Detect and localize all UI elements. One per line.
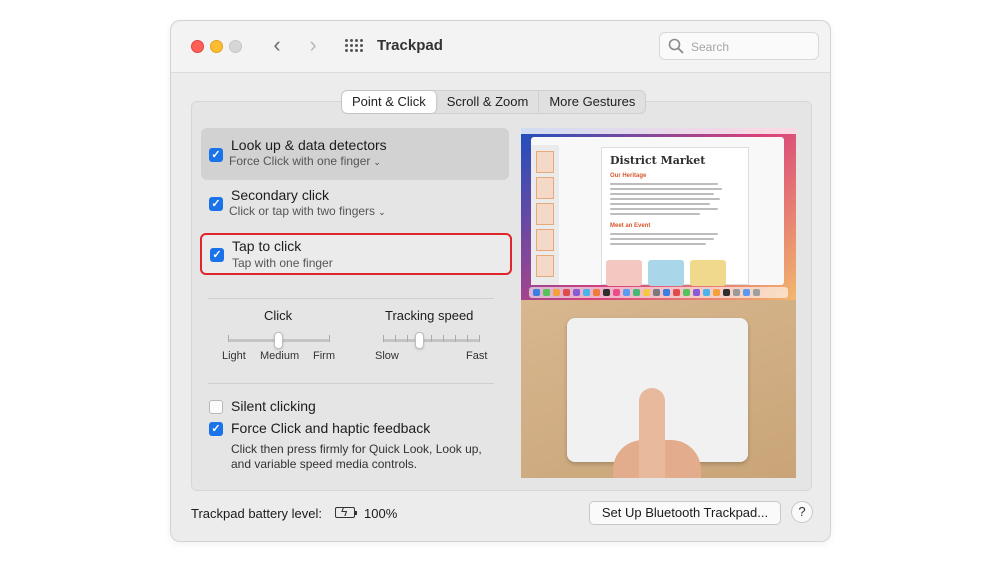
- window-title: Trackpad: [377, 37, 443, 54]
- help-button[interactable]: ?: [791, 501, 813, 523]
- preview-document-title: District Market: [610, 154, 706, 167]
- tab-bar: Point & Click Scroll & Zoom More Gesture…: [341, 90, 647, 114]
- preview-section-heading: Meet an Event: [610, 223, 651, 229]
- divider: [208, 298, 494, 299]
- battery-label: Trackpad battery level:: [191, 506, 323, 521]
- finger-image: [639, 388, 665, 478]
- chevron-down-icon: ⌄: [373, 157, 381, 167]
- slider-tick: [467, 335, 468, 342]
- silent-clicking-label: Silent clicking: [231, 398, 316, 414]
- minimize-window-button[interactable]: [210, 40, 223, 53]
- page-thumbnail: [536, 255, 554, 277]
- preview-menubar: [521, 128, 796, 134]
- tab-scroll-zoom[interactable]: Scroll & Zoom: [437, 91, 540, 113]
- text-line: [610, 213, 700, 215]
- search-icon: [668, 38, 684, 54]
- page-thumbnail: [536, 203, 554, 225]
- lookup-checkbox[interactable]: ✓: [209, 148, 223, 162]
- search-field[interactable]: Search: [659, 32, 819, 60]
- click-label-medium: Medium: [260, 350, 300, 362]
- text-line: [610, 188, 722, 190]
- preview-dock: [529, 287, 788, 298]
- preview-desk: [521, 300, 796, 478]
- text-line: [610, 208, 718, 210]
- lookup-option[interactable]: ✓ Look up & data detectors Force Click w…: [201, 128, 509, 180]
- preview-card: [690, 260, 726, 286]
- force-click-description-2: and variable speed media controls.: [231, 457, 418, 471]
- lookup-subtitle[interactable]: Force Click with one finger ⌄: [229, 154, 381, 168]
- preview-section-heading: Our Heritage: [610, 173, 647, 179]
- secondary-click-checkbox[interactable]: ✓: [209, 197, 223, 211]
- page-thumbnail: [536, 151, 554, 173]
- forward-chevron-icon[interactable]: ›: [303, 34, 323, 57]
- force-click-label: Force Click and haptic feedback: [231, 420, 431, 436]
- force-click-description-1: Click then press firmly for Quick Look, …: [231, 442, 482, 456]
- slider-tick: [407, 335, 408, 342]
- click-slider-group: Click Light Medium Firm: [222, 308, 335, 368]
- slider-tick: [383, 335, 384, 342]
- text-line: [610, 243, 706, 245]
- preview-card: [606, 260, 642, 286]
- slider-tick: [431, 335, 432, 342]
- text-line: [610, 203, 710, 205]
- text-line: [610, 193, 714, 195]
- tap-to-click-option[interactable]: ✓ Tap to click Tap with one finger: [200, 233, 512, 275]
- tab-more-gestures[interactable]: More Gestures: [539, 91, 645, 113]
- slider-tick: [443, 335, 444, 342]
- tap-to-click-title: Tap to click: [232, 238, 302, 254]
- lookup-title: Look up & data detectors: [231, 137, 387, 153]
- text-line: [610, 233, 718, 235]
- force-click-checkbox[interactable]: ✓: [209, 422, 223, 436]
- page-thumbnail: [536, 229, 554, 251]
- tracking-label-fast: Fast: [466, 350, 488, 362]
- titlebar: ‹ › Trackpad Search: [171, 21, 830, 73]
- gesture-preview: District Market Our Heritage Meet an Eve…: [521, 128, 796, 478]
- tap-to-click-checkbox[interactable]: ✓: [210, 248, 224, 262]
- slider-tick: [329, 335, 330, 342]
- back-chevron-icon[interactable]: ‹: [267, 34, 287, 57]
- slider-tick: [479, 335, 480, 342]
- page-thumbnail: [536, 177, 554, 199]
- tracking-slider-title: Tracking speed: [385, 308, 474, 323]
- click-label-firm: Firm: [313, 350, 335, 362]
- tracking-slider-knob[interactable]: [415, 332, 424, 349]
- chevron-down-icon: ⌄: [378, 207, 386, 217]
- battery-charging-icon: ϟ: [335, 505, 357, 519]
- slider-tick: [228, 335, 229, 342]
- tap-to-click-subtitle: Tap with one finger: [232, 256, 333, 270]
- setup-bluetooth-trackpad-button[interactable]: Set Up Bluetooth Trackpad...: [589, 501, 781, 525]
- show-all-grid-icon[interactable]: [345, 39, 363, 53]
- preview-sidebar: [531, 145, 559, 285]
- text-line: [610, 198, 720, 200]
- preview-screen: District Market Our Heritage Meet an Eve…: [521, 128, 796, 300]
- secondary-click-subtitle[interactable]: Click or tap with two fingers ⌄: [229, 204, 386, 218]
- tracking-label-slow: Slow: [375, 350, 399, 362]
- search-placeholder: Search: [691, 40, 730, 54]
- battery-value: 100%: [364, 506, 398, 521]
- preview-card: [648, 260, 684, 286]
- secondary-click-option[interactable]: ✓ Secondary click Click or tap with two …: [201, 180, 509, 232]
- zoom-window-button[interactable]: [229, 40, 242, 53]
- slider-tick: [455, 335, 456, 342]
- tracking-slider-group: Tracking speed Slow Fast: [375, 308, 495, 368]
- silent-clicking-checkbox[interactable]: [209, 400, 223, 414]
- click-slider-knob[interactable]: [274, 332, 283, 349]
- secondary-click-title: Secondary click: [231, 187, 330, 203]
- text-line: [610, 238, 714, 240]
- click-label-light: Light: [222, 350, 246, 362]
- slider-tick: [395, 335, 396, 342]
- preferences-window: ‹ › Trackpad Search ✓ Look up & data det…: [170, 20, 831, 542]
- settings-panel: ✓ Look up & data detectors Force Click w…: [191, 101, 812, 491]
- preview-document-window: District Market Our Heritage Meet an Eve…: [531, 137, 784, 286]
- tab-point-click[interactable]: Point & Click: [342, 91, 437, 113]
- text-line: [610, 183, 718, 185]
- divider: [208, 383, 494, 384]
- click-slider-title: Click: [264, 308, 293, 323]
- lookup-subtitle-text: Force Click with one finger: [229, 154, 371, 168]
- secondary-click-subtitle-text: Click or tap with two fingers: [229, 204, 376, 218]
- preview-document-page: District Market Our Heritage Meet an Eve…: [601, 147, 749, 286]
- close-window-button[interactable]: [191, 40, 204, 53]
